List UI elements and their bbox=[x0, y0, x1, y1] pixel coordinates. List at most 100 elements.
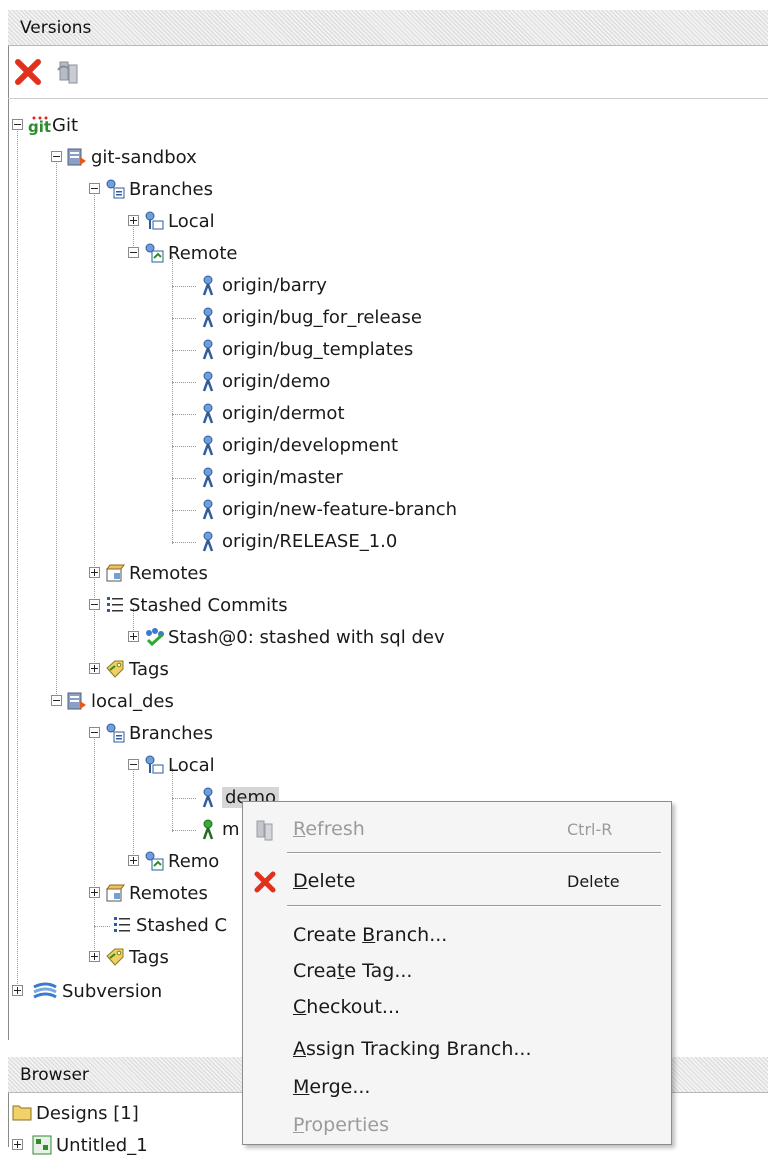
collapse-toggle[interactable] bbox=[89, 183, 100, 194]
tree-label: Remotes bbox=[129, 882, 208, 904]
menu-item-checkout[interactable]: Checkout... bbox=[243, 990, 671, 1026]
delete-button[interactable] bbox=[12, 56, 44, 88]
repository-icon bbox=[67, 691, 87, 711]
menu-item-refresh[interactable]: Refresh Ctrl-R bbox=[243, 812, 671, 848]
collapse-toggle[interactable] bbox=[128, 247, 139, 258]
branch-item[interactable]: origin/barry bbox=[198, 270, 327, 300]
menu-item-delete[interactable]: Delete Delete bbox=[243, 864, 671, 900]
branch-label: origin/RELEASE_1.0 bbox=[222, 530, 398, 552]
menu-item-assign-tracking-branch[interactable]: Assign Tracking Branch... bbox=[243, 1032, 671, 1068]
tree-node-tags[interactable]: Tags bbox=[89, 942, 169, 972]
tree-node-local[interactable]: Local bbox=[128, 206, 215, 236]
tree-node-stashed-commits[interactable]: Stashed Commits bbox=[89, 590, 288, 620]
collapse-toggle[interactable] bbox=[89, 727, 100, 738]
versions-panel-header: Versions bbox=[8, 10, 768, 46]
git-logo-icon: git bbox=[28, 115, 51, 136]
tree-label: Local bbox=[168, 210, 215, 232]
tree-node-untitled[interactable]: Untitled_1 bbox=[12, 1130, 148, 1160]
tree-label: Subversion bbox=[62, 980, 163, 1002]
branches-icon bbox=[105, 723, 125, 743]
refresh-button[interactable] bbox=[52, 56, 84, 88]
tree-label: Branches bbox=[129, 722, 213, 744]
branch-item[interactable]: origin/bug_for_release bbox=[198, 302, 422, 332]
local-branches-icon bbox=[144, 211, 164, 231]
tree-node-designs[interactable]: Designs [1] bbox=[12, 1098, 139, 1128]
collapse-toggle[interactable] bbox=[128, 759, 139, 770]
tree-node-stashed-commits[interactable]: Stashed C bbox=[112, 910, 227, 940]
branches-icon bbox=[105, 179, 125, 199]
expand-toggle[interactable] bbox=[12, 985, 23, 996]
expand-toggle[interactable] bbox=[89, 567, 100, 578]
branch-label: m bbox=[222, 818, 240, 840]
branch-icon bbox=[198, 787, 218, 808]
menu-separator bbox=[287, 905, 661, 907]
repository-icon bbox=[67, 147, 87, 167]
menu-item-merge[interactable]: Merge... bbox=[243, 1070, 671, 1106]
tree-label: Stashed C bbox=[136, 914, 228, 936]
tree-node-remote[interactable]: Remo bbox=[128, 846, 219, 876]
tree-label: Untitled_1 bbox=[56, 1134, 148, 1156]
expand-toggle[interactable] bbox=[128, 215, 139, 226]
branch-item-current[interactable]: m bbox=[198, 814, 240, 844]
context-menu: Refresh Ctrl-R Delete Delete Create Bran… bbox=[242, 801, 672, 1145]
tree-node-git[interactable]: git Git bbox=[12, 110, 78, 140]
collapse-toggle[interactable] bbox=[51, 695, 62, 706]
remote-branches-icon bbox=[144, 851, 164, 871]
red-x-icon bbox=[254, 871, 276, 893]
tree-node-remotes[interactable]: Remotes bbox=[89, 558, 208, 588]
stash-icon bbox=[144, 627, 164, 647]
menu-item-properties[interactable]: Properties bbox=[243, 1108, 671, 1144]
list-icon bbox=[105, 595, 125, 615]
branch-item[interactable]: origin/demo bbox=[198, 366, 330, 396]
expand-toggle[interactable] bbox=[128, 631, 139, 642]
collapse-toggle[interactable] bbox=[51, 151, 62, 162]
branch-label: origin/demo bbox=[222, 370, 331, 392]
collapse-toggle[interactable] bbox=[89, 599, 100, 610]
branch-label: origin/bug_templates bbox=[222, 338, 414, 360]
tree-node-stash-item[interactable]: Stash@0: stashed with sql dev bbox=[128, 622, 445, 652]
branch-item[interactable]: origin/RELEASE_1.0 bbox=[198, 526, 397, 556]
branch-item[interactable]: origin/master bbox=[198, 462, 343, 492]
branch-icon bbox=[198, 531, 218, 552]
red-x-icon bbox=[15, 59, 41, 85]
current-branch-icon bbox=[198, 819, 218, 840]
tree-label: Branches bbox=[129, 178, 213, 200]
branch-label: origin/barry bbox=[222, 274, 327, 296]
expand-toggle[interactable] bbox=[89, 887, 100, 898]
branch-icon bbox=[198, 339, 218, 360]
tree-label: Git bbox=[52, 114, 79, 136]
tree-node-git-sandbox[interactable]: git-sandbox bbox=[51, 142, 197, 172]
list-icon bbox=[112, 915, 132, 935]
expand-toggle[interactable] bbox=[128, 855, 139, 866]
expand-toggle[interactable] bbox=[89, 951, 100, 962]
tree-label: Stashed Commits bbox=[129, 594, 288, 616]
branch-item[interactable]: origin/bug_templates bbox=[198, 334, 413, 364]
expand-toggle[interactable] bbox=[12, 1139, 23, 1150]
menu-item-create-tag[interactable]: Create Tag... bbox=[243, 954, 671, 990]
branch-label: origin/bug_for_release bbox=[222, 306, 422, 328]
tree-node-branches[interactable]: Branches bbox=[89, 718, 213, 748]
collapse-toggle[interactable] bbox=[12, 119, 23, 130]
shortcut-label: Delete bbox=[567, 872, 620, 891]
local-branches-icon bbox=[144, 755, 164, 775]
tree-node-local[interactable]: Local bbox=[128, 750, 215, 780]
tree-label: Remote bbox=[168, 242, 238, 264]
tree-label: Designs [1] bbox=[36, 1102, 139, 1124]
design-icon bbox=[32, 1135, 52, 1155]
menu-item-create-branch[interactable]: Create Branch... bbox=[243, 918, 671, 954]
remote-branches-icon bbox=[144, 243, 164, 263]
branch-icon bbox=[198, 467, 218, 488]
tree-node-subversion[interactable]: Subversion bbox=[12, 976, 162, 1006]
branch-item[interactable]: origin/new-feature-branch bbox=[198, 494, 457, 524]
tree-node-remote[interactable]: Remote bbox=[128, 238, 237, 268]
tree-node-branches[interactable]: Branches bbox=[89, 174, 213, 204]
menu-separator bbox=[287, 852, 661, 854]
tree-node-tags[interactable]: Tags bbox=[89, 654, 169, 684]
tree-node-local-des[interactable]: local_des bbox=[51, 686, 174, 716]
tree-label: Remotes bbox=[129, 562, 208, 584]
expand-toggle[interactable] bbox=[89, 663, 100, 674]
branch-item[interactable]: origin/dermot bbox=[198, 398, 345, 428]
tree-node-remotes[interactable]: Remotes bbox=[89, 878, 208, 908]
branch-item[interactable]: origin/development bbox=[198, 430, 398, 460]
refresh-icon bbox=[256, 820, 273, 841]
